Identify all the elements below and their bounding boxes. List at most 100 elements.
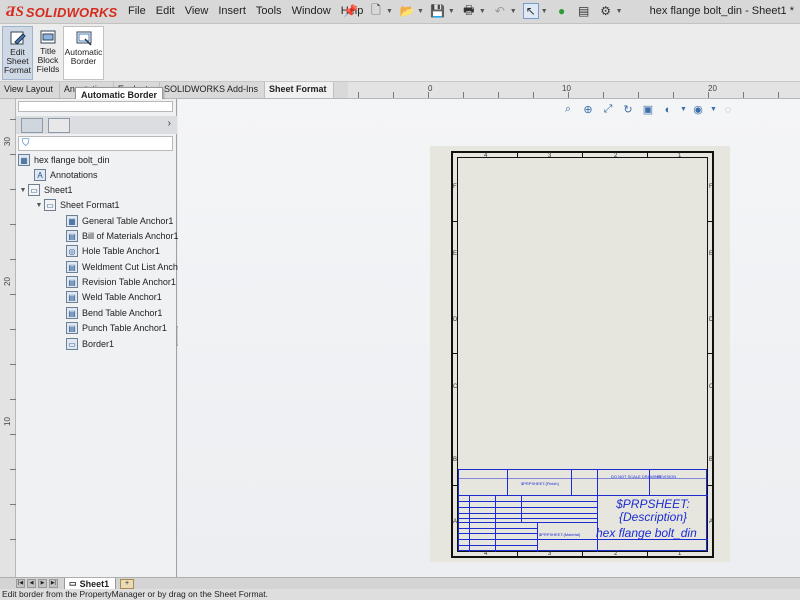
chevron-down-icon[interactable]: ▼ — [417, 8, 424, 15]
filter-icon[interactable]: ⛉ — [22, 138, 30, 149]
menu-insert[interactable]: Insert — [218, 5, 253, 17]
select-icon[interactable]: ↖ — [522, 3, 539, 19]
rotate-icon[interactable]: ↻ — [620, 103, 636, 116]
chevron-down-icon[interactable]: ▼ — [34, 202, 44, 209]
zone-letter: A — [709, 519, 714, 525]
command-manager-ribbon: Edit Sheet Format Title Block Fields Aut… — [0, 24, 800, 82]
chevron-down-icon[interactable]: ▼ — [616, 8, 623, 15]
chevron-down-icon[interactable]: ▼ — [479, 8, 486, 15]
punch-table-anchor-icon: ▤ — [66, 322, 78, 334]
chevron-down-icon[interactable]: ▼ — [710, 106, 717, 113]
tree-item-general-table-anchor[interactable]: ▦ General Table Anchor1 — [56, 214, 173, 228]
zoom-to-fit-icon[interactable]: ⌕ — [560, 103, 576, 116]
tree-item-label: Punch Table Anchor1 — [82, 323, 167, 333]
title-block-finish: $PRPSHEET:{Finish} — [521, 481, 559, 486]
title-block-part-name[interactable]: hex flange bolt_din — [596, 526, 697, 540]
tab-sheet-format[interactable]: Sheet Format — [264, 82, 334, 98]
undo-icon[interactable]: ↶ — [492, 3, 508, 19]
tree-root[interactable]: ▦ hex flange bolt_din — [18, 153, 110, 167]
edit-sheet-format-button[interactable]: Edit Sheet Format — [2, 26, 33, 80]
menu-tools[interactable]: Tools — [256, 5, 289, 17]
previous-view-icon[interactable]: ⤢ — [600, 103, 616, 116]
revision-anchor-icon: ▤ — [66, 276, 78, 288]
title-block-fields-button[interactable]: Title Block Fields — [34, 26, 62, 80]
title-block-description[interactable]: $PRPSHEET:{Description} — [601, 498, 705, 524]
menu-window[interactable]: Window — [292, 5, 338, 17]
add-sheet-icon[interactable]: + — [120, 579, 134, 589]
prev-sheet-icon[interactable]: ◀ — [27, 579, 36, 588]
tree-item-border1[interactable]: ▭ Border1 — [56, 337, 114, 351]
automatic-border-icon — [76, 31, 92, 46]
tree-item-punch-table-anchor[interactable]: ▤ Punch Table Anchor1 — [56, 321, 167, 335]
options-icon[interactable]: ⚙ — [598, 3, 614, 19]
hide-show-items-icon[interactable]: ◉ — [690, 103, 706, 116]
vertical-ruler: 30 20 10 — [0, 99, 16, 577]
panel-search-input[interactable] — [18, 101, 173, 112]
chevron-down-icon[interactable]: ▼ — [18, 187, 28, 194]
tree-item-sheet-format1[interactable]: ▼ ▭ Sheet Format1 — [34, 198, 120, 212]
zone-number: 4 — [484, 153, 488, 159]
tree-item-weldment-anchor[interactable]: ▤ Weldment Cut List Anchor1 — [56, 260, 191, 274]
tree-item-hole-table-anchor[interactable]: ◎ Hole Table Anchor1 — [56, 244, 160, 258]
tree-item-revision-anchor[interactable]: ▤ Revision Table Anchor1 — [56, 275, 176, 289]
menu-edit[interactable]: Edit — [156, 5, 182, 17]
pin-icon[interactable]: 📌 — [343, 4, 358, 18]
tree-item-weld-table-anchor[interactable]: ▤ Weld Table Anchor1 — [56, 290, 162, 304]
ds-logo-icon: ƋS — [6, 3, 24, 20]
last-sheet-icon[interactable]: ▶| — [49, 579, 58, 588]
weld-table-anchor-icon: ▤ — [66, 291, 78, 303]
chevron-down-icon[interactable]: ▼ — [541, 8, 548, 15]
tree-item-annotations[interactable]: A Annotations — [24, 168, 98, 182]
ruler-label: 10 — [562, 84, 571, 93]
tree-item-label: Hole Table Anchor1 — [82, 246, 160, 256]
display-style-icon[interactable]: ▣ — [640, 103, 656, 116]
zoom-to-area-icon[interactable]: ⊕ — [580, 103, 596, 116]
graphics-area[interactable]: ⌕ ⊕ ⤢ ↻ ▣ ◐ ▼ ◉ ▼ ◌ 4 3 2 1 4 3 2 1 F E … — [178, 99, 800, 577]
save-icon[interactable]: 💾 — [430, 3, 446, 19]
tab-solidworks-add-ins[interactable]: SOLIDWORKS Add-Ins — [160, 82, 265, 98]
feature-manager-panel: › ⛉ ▦ hex flange bolt_din A Annotations … — [16, 99, 191, 577]
tree-filter-input[interactable]: ⛉ — [18, 136, 173, 151]
feature-manager-tab-icon[interactable] — [21, 118, 43, 133]
section-view-icon[interactable]: ◐ — [660, 104, 676, 116]
chevron-down-icon[interactable]: ▼ — [510, 8, 517, 15]
print-icon[interactable]: 🖶 — [461, 3, 477, 19]
tree-item-bend-table-anchor[interactable]: ▤ Bend Table Anchor1 — [56, 306, 162, 320]
chevron-down-icon[interactable]: ▼ — [386, 8, 393, 15]
zone-letter: E — [453, 251, 458, 257]
status-bar: Edit border from the PropertyManager or … — [0, 589, 800, 600]
property-manager-tab-icon[interactable] — [48, 118, 70, 133]
tree-item-label: Annotations — [50, 170, 98, 180]
drawing-icon: ▦ — [18, 154, 30, 166]
menu-bar: File Edit View Insert Tools Window Help — [128, 5, 373, 17]
open-icon[interactable]: 📂 — [399, 3, 415, 19]
automatic-border-button[interactable]: Automatic Border — [63, 26, 104, 80]
first-sheet-icon[interactable]: |◀ — [16, 579, 25, 588]
zone-number: 4 — [484, 551, 488, 557]
chevron-down-icon[interactable]: ▼ — [680, 106, 687, 113]
tree-item-bom-anchor[interactable]: ▤ Bill of Materials Anchor1 — [56, 229, 179, 243]
title-block[interactable]: $PRPSHEET:{Finish} $PRPSHEET:{Material} … — [458, 469, 708, 552]
tree-item-sheet1[interactable]: ▼ ▭ Sheet1 — [18, 183, 73, 197]
zone-letter: F — [709, 184, 713, 190]
solidworks-logo[interactable]: ƋS SOLIDWORKS — [6, 3, 117, 21]
general-table-anchor-icon: ▦ — [66, 215, 78, 227]
menu-file[interactable]: File — [128, 5, 153, 17]
next-sheet-icon[interactable]: ▶ — [38, 579, 47, 588]
chevron-down-icon[interactable]: ▼ — [448, 8, 455, 15]
appearance-icon[interactable]: ◌ — [720, 104, 736, 116]
hole-table-anchor-icon: ◎ — [66, 245, 78, 257]
chevron-right-icon[interactable]: › — [168, 118, 171, 129]
command-manager-tabs: View Layout Annotation Evaluate SOLIDWOR… — [0, 82, 348, 99]
zone-number: 3 — [548, 551, 552, 557]
tab-view-layout[interactable]: View Layout — [0, 82, 60, 98]
sheet-icon: ▭ — [69, 579, 77, 588]
file-properties-icon[interactable]: ▤ — [576, 3, 592, 19]
new-document-icon[interactable]: 🗋 — [368, 3, 384, 19]
tree-item-label: Bend Table Anchor1 — [82, 308, 163, 318]
rebuild-icon[interactable]: ● — [554, 3, 570, 19]
zone-letter: B — [453, 457, 458, 463]
menu-view[interactable]: View — [185, 5, 216, 17]
zone-number: 2 — [614, 551, 618, 557]
sheet-tab-label: Sheet1 — [79, 578, 110, 589]
